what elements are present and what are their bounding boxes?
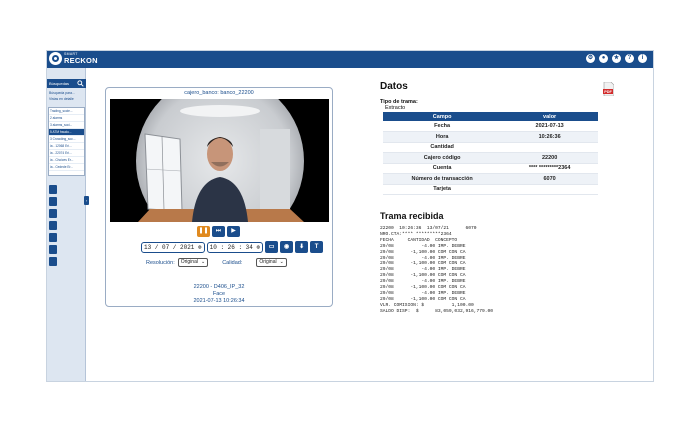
field-value <box>501 184 598 195</box>
user-search-icon[interactable] <box>49 197 57 206</box>
tipo-trama-value: Extracto <box>385 105 406 111</box>
grid-icon[interactable] <box>49 257 57 266</box>
list-item[interactable]: 3 alarms_soci... <box>49 122 84 129</box>
datos-title: Datos <box>380 81 408 92</box>
trama-text: 22200 10:26:36 13/07/21 6070 NRO.CTA:***… <box>380 226 494 314</box>
table-row: Hora 10:26:36 <box>383 131 598 143</box>
table-row: Cuenta **** *********2364 <box>383 163 598 174</box>
datos-table: Campo valor Fecha 2021-07-13 Hora 10:26:36… <box>383 112 598 195</box>
sidebar-link-busqueda[interactable]: Búsqueda para... <box>49 91 75 95</box>
datetime-row: 13 / 07 / 2021 ⊗ 10 : 26 : 34 ⊗ ▭ ◉ ⬇ T <box>141 241 324 253</box>
time-field[interactable]: 10 : 26 : 34 ⊗ <box>206 241 264 253</box>
resolution-select[interactable]: Original ⌄ <box>177 258 209 267</box>
brand-name: RECKON <box>64 55 98 65</box>
sidebar-link-vistas[interactable]: Vistas en detalle <box>49 97 74 101</box>
quality-row: Resolución: Original ⌄ Calidad: Original ⌄ <box>146 258 287 267</box>
field-name: Cantidad <box>383 142 502 153</box>
date-value: 13 / 07 / 2021 <box>144 243 195 251</box>
camera-id: 22200 - D406_IP_32 <box>193 284 245 290</box>
chevron-down-icon: ⌄ <box>279 259 284 265</box>
list-item[interactable]: ia - Cedede Er... <box>49 164 84 171</box>
table-row: Cajero código 22200 <box>383 152 598 164</box>
event-timestamp: 2021-07-13 10:26:34 <box>193 298 245 304</box>
pause-button[interactable]: ❚❚ <box>197 226 210 237</box>
time-value: 10 : 26 : 34 <box>209 243 253 251</box>
document-icon[interactable] <box>49 209 57 218</box>
user-icon[interactable]: ● <box>599 54 608 63</box>
video-player[interactable] <box>110 99 329 222</box>
column-header-valor: valor <box>501 112 598 121</box>
top-bar: SMART RECKON ⚙ ● ★ ? i <box>47 51 653 68</box>
field-name: Tarjeta <box>383 184 502 195</box>
table-row: Cantidad <box>383 142 598 153</box>
table-row: Fecha 2021-07-13 <box>383 121 598 132</box>
list-item[interactable]: ia - 12068 Eri... <box>49 143 84 150</box>
list-item[interactable]: ia - 22074 Eri... <box>49 150 84 157</box>
table-header-row: Campo valor <box>383 112 598 121</box>
top-icons: ⚙ ● ★ ? i <box>586 54 647 63</box>
svg-text:PDF: PDF <box>604 90 612 94</box>
play-button[interactable]: ▶ <box>227 226 240 237</box>
pdf-icon[interactable]: PDF <box>603 82 614 96</box>
search-bar[interactable]: Búsquedas <box>47 79 86 88</box>
field-name: Cajero código <box>383 152 502 164</box>
field-name: Número de transacción <box>383 173 502 185</box>
field-value: 2021-07-13 <box>501 121 598 132</box>
gear-icon[interactable]: ⚙ <box>586 54 595 63</box>
logo-mark <box>49 52 62 65</box>
playback-controls: ❚❚ ⏭ ▶ <box>197 226 240 237</box>
camera-icon[interactable] <box>49 233 57 242</box>
logo-text: SMART RECKON <box>64 52 98 65</box>
view-button[interactable]: ◉ <box>280 241 294 253</box>
app-window: SMART RECKON ⚙ ● ★ ? i Búsquedas Búsqued… <box>46 50 654 382</box>
sidebar-collapse-toggle[interactable]: › <box>84 196 89 205</box>
field-name: Cuenta <box>383 163 502 174</box>
resolution-value: Original <box>180 259 198 265</box>
field-value: 6070 <box>501 173 598 185</box>
logo[interactable]: SMART RECKON <box>49 52 98 65</box>
sidebar-tools <box>49 185 57 266</box>
sidebar: Búsquedas Búsqueda para... Vistas en det… <box>47 68 89 381</box>
clip-button[interactable]: ▭ <box>265 241 279 253</box>
help-icon[interactable]: ? <box>625 54 634 63</box>
text-button[interactable]: T <box>310 241 324 253</box>
quality-value: Original <box>259 259 277 265</box>
video-title: cajero_banco: banco_22200 <box>184 90 254 96</box>
search-label: Búsquedas <box>49 81 70 86</box>
field-name: Hora <box>383 131 502 143</box>
field-value <box>501 142 598 153</box>
field-value: 22200 <box>501 152 598 164</box>
star-icon[interactable]: ★ <box>612 54 621 63</box>
location-icon[interactable] <box>49 185 57 194</box>
download-button[interactable]: ⬇ <box>295 241 309 253</box>
quality-select[interactable]: Original ⌄ <box>256 258 287 267</box>
list-item[interactable]: 3 Crowding_soc... <box>49 136 84 143</box>
chevron-down-icon: ⌄ <box>200 259 206 265</box>
skip-button[interactable]: ⏭ <box>212 226 225 237</box>
list-item[interactable]: Trading_socie... <box>49 108 84 115</box>
list-item[interactable]: 2 alarms <box>49 115 84 122</box>
quality-label: Calidad: <box>222 259 243 266</box>
monitor-icon[interactable] <box>49 245 57 254</box>
table-row: Número de transacción 6070 <box>383 173 598 185</box>
field-name: Fecha <box>383 121 502 132</box>
resolution-label: Resolución: <box>146 259 175 266</box>
list-item[interactable]: ia - Choices Er... <box>49 157 84 164</box>
trama-title: Trama recibida <box>380 211 444 221</box>
field-value: **** *********2364 <box>501 163 598 174</box>
field-value: 10:26:36 <box>501 131 598 143</box>
search-icon[interactable] <box>77 80 84 87</box>
event-type: Face <box>212 291 226 297</box>
info-icon[interactable]: i <box>638 54 647 63</box>
report-icon[interactable] <box>49 221 57 230</box>
date-field[interactable]: 13 / 07 / 2021 ⊗ <box>141 241 205 253</box>
video-panel: cajero_banco: banco_22200 ❚❚ ⏭ ▶ 13 / 07… <box>105 87 333 307</box>
column-header-campo: Campo <box>383 112 502 121</box>
search-results-list[interactable]: Trading_socie... 2 alarms 3 alarms_soci.… <box>48 107 85 176</box>
video-frame-image <box>110 99 329 222</box>
table-row: Tarjeta <box>383 184 598 195</box>
list-item-selected[interactable]: 5 ATM fraudu... <box>49 129 84 136</box>
